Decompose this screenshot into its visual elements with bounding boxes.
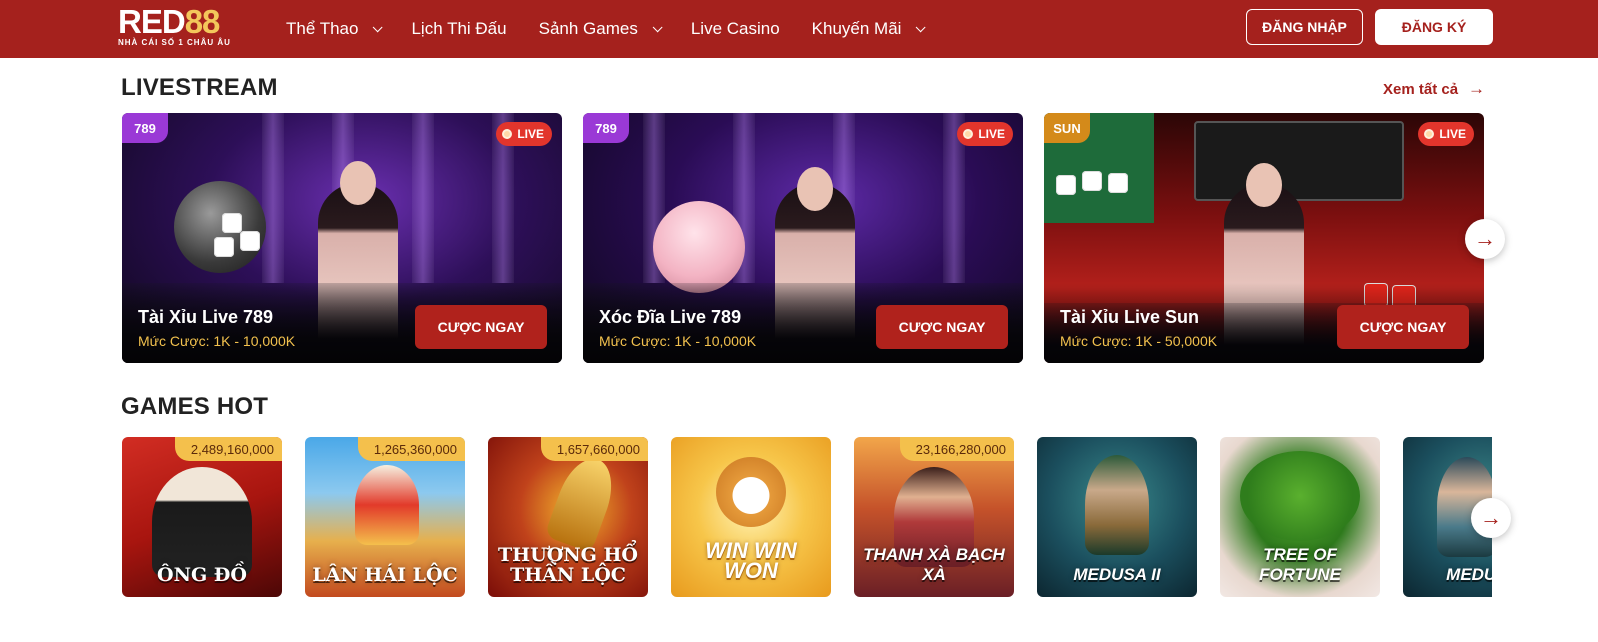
nav-item-lich-thi-dau[interactable]: Lịch Thi Đấu [411,19,506,39]
arrow-right-icon: → [1474,226,1496,251]
game-tile[interactable]: WIN WIN WON [671,437,831,597]
games-hot-carousel: 2,489,160,000 ÔNG ĐỒ 1,265,360,000 LÂN H… [122,437,1492,599]
logo-tagline: NHÀ CÁI SỐ 1 CHÂU ÂU [118,38,231,47]
games-hot-title: GAMES HOT [121,393,269,420]
jackpot-badge: 23,166,280,000 [899,437,1014,461]
game-tile[interactable]: 1,657,660,000 THƯỢNG HỔ THẦN LỘC [488,437,648,597]
livestream-next-button[interactable]: → [1465,219,1505,259]
game-title: MEDUSA II [1073,565,1161,584]
logo-wordmark: RED88 [118,3,220,40]
nav-item-sanh-games[interactable]: Sảnh Games [538,19,663,39]
live-bet-range: Mức Cược: 1K - 50,000K [1060,333,1218,349]
live-badge: LIVE [1418,122,1474,146]
nav-item-the-thao[interactable]: Thể Thao [286,19,384,39]
live-game-name: Tài Xỉu Live Sun [1060,307,1200,327]
live-game-name: Tài Xỉu Live 789 [138,307,274,327]
game-title: MEDUSA [1446,565,1492,584]
login-button[interactable]: ĐĂNG NHẬP [1246,9,1363,45]
game-title: TREE OF FORTUNE [1259,545,1341,584]
jackpot-badge: 2,489,160,000 [174,437,282,461]
bet-now-button[interactable]: CƯỢC NGAY [415,305,547,349]
live-bet-range: Mức Cược: 1K - 10,000K [138,333,296,349]
game-tile[interactable]: 1,265,360,000 LÂN HÁI LỘC [305,437,465,597]
game-tile[interactable]: 23,166,280,000 THANH XÀ BẠCH XÀ [854,437,1014,597]
livestream-title: LIVESTREAM [121,74,278,101]
game-title: LÂN HÁI LỘC [312,564,458,586]
game-title: WIN WIN WON [705,538,797,583]
dice-shaker-globe [174,181,266,273]
game-title: THANH XÀ BẠCH XÀ [863,545,1005,584]
game-tile[interactable]: MEDUSA II [1037,437,1197,597]
nav-item-label: Lịch Thi Đấu [411,19,507,38]
site-logo[interactable]: RED88 NHÀ CÁI SỐ 1 CHÂU ÂU [118,4,242,50]
game-title: THƯỢNG HỔ THẦN LỘC [498,544,638,586]
studio-badge: SUN [1044,113,1090,143]
live-card[interactable]: 789 LIVE Xóc Đĩa Live 789 Mức Cược: 1K -… [583,113,1023,363]
game-tile[interactable]: 2,489,160,000 ÔNG ĐỒ [122,437,282,597]
arrow-right-icon: → [1480,505,1502,530]
bet-now-button[interactable]: CƯỢC NGAY [1337,305,1469,349]
chevron-down-icon [916,21,927,32]
live-dot-icon [1424,129,1435,139]
bet-now-button[interactable]: CƯỢC NGAY [876,305,1008,349]
arrow-right-icon: → [1468,79,1486,98]
main-nav: Thể Thao Lịch Thi Đấu Sảnh Games Live Ca… [286,0,954,58]
live-label: LIVE [1439,127,1466,141]
live-game-name: Xóc Đĩa Live 789 [599,307,742,327]
live-dot-icon [963,129,974,139]
game-title: ÔNG ĐỒ [157,564,247,586]
nav-item-label: Thể Thao [286,19,359,38]
studio-badge: 789 [583,113,629,143]
live-badge: LIVE [496,122,552,146]
see-all-link[interactable]: Xem tất cả → [1383,79,1485,99]
live-card[interactable]: 789 LIVE Tài Xỉu Live 789 Mức Cược: 1K -… [122,113,562,363]
see-all-label: Xem tất cả [1383,80,1459,98]
live-dot-icon [502,129,513,139]
live-label: LIVE [978,127,1005,141]
nav-item-label: Khuyến Mãi [811,19,902,38]
chevron-down-icon [373,21,384,32]
studio-badge: 789 [122,113,168,143]
games-next-button[interactable]: → [1471,498,1511,538]
live-badge: LIVE [957,122,1013,146]
live-label: LIVE [517,127,544,141]
nav-item-label: Live Casino [690,19,780,38]
nav-item-live-casino[interactable]: Live Casino [691,19,780,39]
game-tile[interactable]: TREE OF FORTUNE [1220,437,1380,597]
live-card[interactable]: SUN LIVE Tài Xỉu Live Sun Mức Cược: 1K -… [1044,113,1484,363]
nav-item-label: Sảnh Games [538,19,638,38]
jackpot-badge: 1,265,360,000 [357,437,465,461]
top-header: RED88 NHÀ CÁI SỐ 1 CHÂU ÂU Thể Thao Lịch… [0,0,1598,58]
disc-shaker [653,201,745,293]
chevron-down-icon [652,21,663,32]
register-button[interactable]: ĐĂNG KÝ [1375,9,1493,45]
jackpot-badge: 1,657,660,000 [540,437,648,461]
nav-item-khuyen-mai[interactable]: Khuyến Mãi [811,19,927,39]
live-bet-range: Mức Cược: 1K - 10,000K [599,333,757,349]
